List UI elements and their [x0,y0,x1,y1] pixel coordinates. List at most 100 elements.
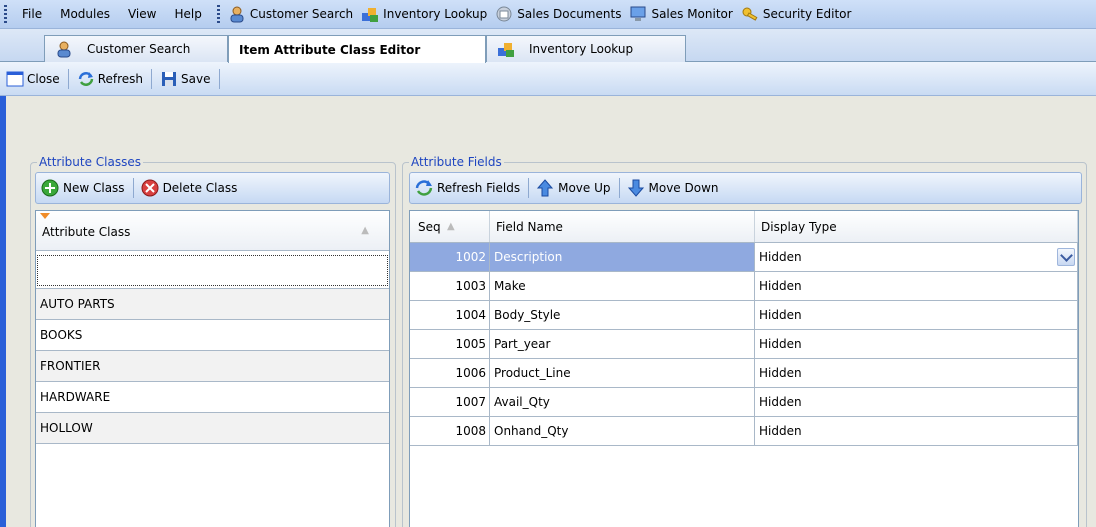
close-button[interactable]: Close [0,70,66,88]
attribute-field-row[interactable]: 1005 Part_year Hidden [410,330,1078,359]
document-tab-strip: Customer Search Item Attribute Class Edi… [0,29,1096,63]
field-name-cell[interactable]: Description [490,243,755,271]
sort-indicator-icon [40,213,50,219]
move-up-button[interactable]: Move Up [531,178,616,198]
display-type-cell[interactable]: Hidden [755,301,1078,329]
quick-inventory-lookup-label: Inventory Lookup [383,7,488,21]
display-type-cell[interactable]: Hidden [755,359,1078,387]
display-type-cell[interactable]: Hidden [755,330,1078,358]
field-seq-cell: 1004 [410,301,490,329]
attribute-field-row[interactable]: 1003 Make Hidden [410,272,1078,301]
attribute-class-row[interactable]: AUTO PARTS [36,289,389,320]
field-seq-cell: 1007 [410,388,490,416]
customer-icon [55,40,73,58]
new-class-button[interactable]: New Class [36,178,131,198]
attribute-class-rows: AUTO PARTS BOOKS FRONTIER HARDWARE HOLLOW [36,288,389,444]
add-icon [40,178,60,198]
field-name-cell[interactable]: Onhand_Qty [490,417,755,445]
display-type-value: Hidden [759,279,802,293]
display-type-cell[interactable]: Hidden [755,272,1078,300]
display-type-cell[interactable]: Hidden [755,388,1078,416]
menu-grip[interactable] [4,5,7,23]
quick-sales-monitor-button[interactable]: Sales Monitor [627,5,738,23]
display-type-value: Hidden [759,395,802,409]
quick-sales-documents-button[interactable]: Sales Documents [493,5,627,23]
display-type-value: Hidden [759,366,802,380]
field-seq-cell: 1005 [410,330,490,358]
field-name-cell[interactable]: Body_Style [490,301,755,329]
quick-customer-search-button[interactable]: Customer Search [226,5,359,23]
save-button[interactable]: Save [154,70,216,88]
display-type-value: Hidden [759,424,802,438]
attribute-class-row[interactable]: BOOKS [36,320,389,351]
menu-file[interactable]: File [13,7,51,21]
quick-sales-monitor-label: Sales Monitor [651,7,733,21]
attribute-classes-title: Attribute Classes [37,155,144,169]
tab-item-attribute-class-editor-label: Item Attribute Class Editor [239,42,421,57]
refresh-button[interactable]: Refresh [71,70,149,88]
tab-customer-search[interactable]: Customer Search [44,35,228,62]
quick-security-editor-button[interactable]: Security Editor [739,5,858,23]
editor-toolbar: Close Refresh Save [0,62,1096,96]
arrow-down-icon [626,178,646,198]
key-icon [741,5,759,23]
tab-inventory-lookup-label: Inventory Lookup [529,42,634,56]
field-seq-cell: 1003 [410,272,490,300]
sort-arrow-icon: ▲ [447,221,455,232]
save-label: Save [181,71,211,86]
sort-arrow-icon: ▲ [361,225,369,236]
attribute-fields-header-row: Seq ▲ Field Name Display Type [410,211,1078,243]
seq-column-header[interactable]: Seq ▲ [410,211,490,242]
close-icon [6,70,24,88]
field-seq-cell: 1008 [410,417,490,445]
attribute-class-row[interactable]: FRONTIER [36,351,389,382]
field-seq-cell: 1006 [410,359,490,387]
toolbar-separator [218,68,220,89]
quick-inventory-lookup-button[interactable]: Inventory Lookup [359,5,493,23]
field-name-cell[interactable]: Product_Line [490,359,755,387]
field-name-cell[interactable]: Part_year [490,330,755,358]
attribute-class-filter-input[interactable] [37,255,388,286]
attribute-class-column-header[interactable]: Attribute Class ▲ [36,211,389,251]
arrow-up-icon [535,178,555,198]
field-name-cell[interactable]: Avail_Qty [490,388,755,416]
refresh-fields-label: Refresh Fields [437,181,521,195]
delete-class-label: Delete Class [162,181,238,195]
refresh-fields-button[interactable]: Refresh Fields [410,178,526,198]
attribute-field-row[interactable]: 1002 Description Hidden [410,243,1078,272]
attribute-field-row[interactable]: 1008 Onhand_Qty Hidden [410,417,1078,446]
attribute-fields-grid: Seq ▲ Field Name Display Type 1002 Descri… [409,210,1079,527]
display-type-value: Hidden [759,308,802,322]
move-up-label: Move Up [558,181,611,195]
menu-modules[interactable]: Modules [51,7,119,21]
field-name-column-header[interactable]: Field Name [490,211,755,242]
new-class-label: New Class [63,181,125,195]
toolbar-separator [618,178,620,198]
attribute-class-row[interactable]: HOLLOW [36,413,389,444]
field-seq-cell: 1002 [410,243,490,271]
tab-item-attribute-class-editor[interactable]: Item Attribute Class Editor [228,35,486,63]
menu-view[interactable]: View [119,7,165,21]
display-type-cell[interactable]: Hidden [755,243,1078,271]
menu-help[interactable]: Help [165,7,210,21]
delete-class-button[interactable]: Delete Class [136,178,244,198]
attribute-field-row[interactable]: 1006 Product_Line Hidden [410,359,1078,388]
attribute-field-row[interactable]: 1004 Body_Style Hidden [410,301,1078,330]
display-type-cell[interactable]: Hidden [755,417,1078,445]
display-type-column-header[interactable]: Display Type [755,211,1078,242]
menu-bar: File Modules View Help Customer Search I… [0,0,1096,29]
delete-icon [140,178,160,198]
field-name-header-label: Field Name [496,220,563,234]
tab-customer-search-label: Customer Search [87,42,191,56]
attribute-field-row[interactable]: 1007 Avail_Qty Hidden [410,388,1078,417]
field-name-cell[interactable]: Make [490,272,755,300]
attribute-class-row[interactable]: HARDWARE [36,382,389,413]
inventory-icon [497,40,515,58]
toolbar-grip[interactable] [216,5,220,23]
quick-customer-search-label: Customer Search [249,7,354,21]
attribute-fields-toolbar: Refresh Fields Move Up Move Down [409,172,1082,204]
move-down-button[interactable]: Move Down [622,178,725,198]
refresh-icon [414,178,434,198]
chevron-down-icon[interactable] [1057,248,1075,266]
tab-inventory-lookup[interactable]: Inventory Lookup [486,35,686,62]
